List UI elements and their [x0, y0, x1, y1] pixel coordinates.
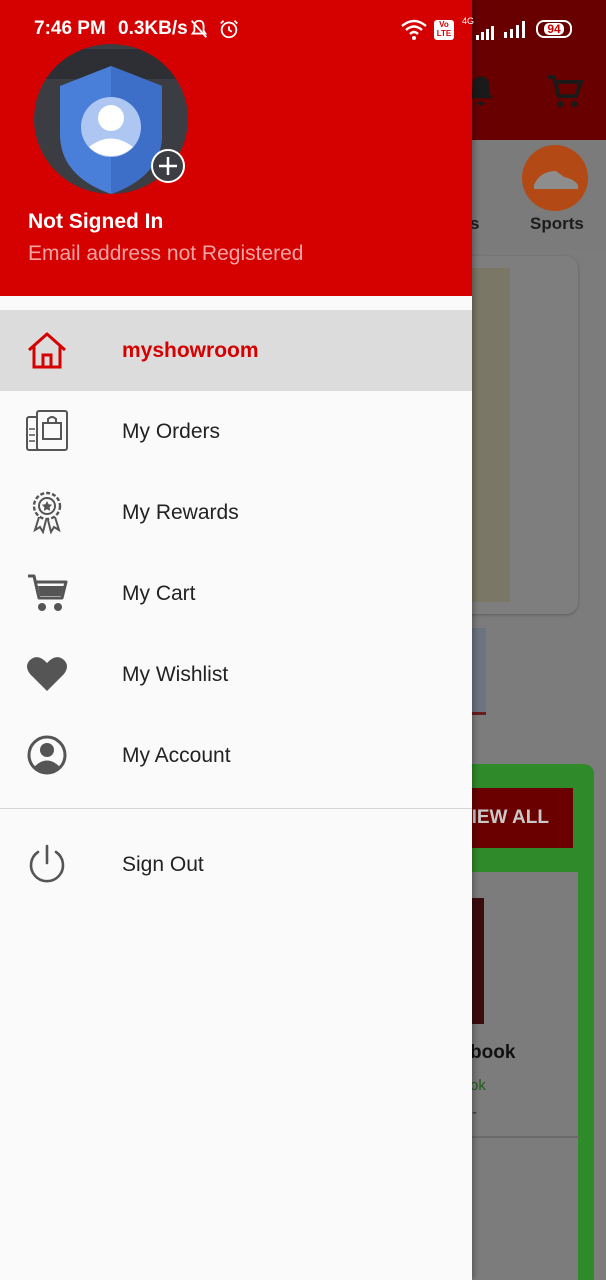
home-icon [24, 328, 70, 372]
menu-label: My Account [122, 743, 231, 767]
banner-image [470, 268, 510, 602]
battery-icon: 94 [536, 20, 572, 38]
view-all-button[interactable]: IEW ALL [460, 788, 573, 848]
category-label-sports[interactable]: Sports [530, 214, 584, 234]
alarm-icon [220, 20, 238, 39]
orders-icon [24, 409, 70, 453]
user-email: Email address not Registered [28, 242, 304, 265]
bell-off-icon [190, 19, 208, 38]
divider [460, 1136, 580, 1138]
drawer-menu: myshowroom My Orders My Rewards My Cart … [0, 310, 472, 796]
menu-label: My Orders [122, 419, 221, 443]
heart-icon [24, 652, 70, 696]
sports-category-icon[interactable] [522, 145, 588, 211]
signal-4g-icon: 4G [462, 16, 496, 40]
product-strip [470, 628, 486, 715]
signal-icon [504, 21, 525, 38]
network-type: 4G [462, 16, 475, 26]
user-name: Not Signed In [28, 210, 164, 233]
account-icon [24, 733, 70, 777]
add-photo-icon[interactable] [150, 148, 186, 184]
menu-item-my-rewards[interactable]: My Rewards [0, 472, 472, 553]
navigation-drawer: Not Signed In Email address not Register… [0, 0, 472, 1280]
cart-icon [24, 571, 70, 615]
wifi-icon [401, 19, 427, 40]
menu-item-my-cart[interactable]: My Cart [0, 553, 472, 634]
power-icon [24, 842, 70, 886]
menu-label: My Rewards [122, 500, 239, 524]
menu-label: My Wishlist [122, 662, 229, 686]
menu-item-myshowroom[interactable]: myshowroom [0, 310, 472, 391]
battery-level: 94 [544, 23, 564, 35]
rewards-icon [24, 490, 70, 534]
menu-label: myshowroom [122, 338, 259, 362]
cart-icon[interactable] [546, 74, 584, 112]
menu-item-my-account[interactable]: My Account [0, 715, 472, 796]
product-price: - [472, 1104, 477, 1121]
status-bar: 7:46 PM 0.3KB/s Vo LTE 4G 94 [0, 0, 606, 58]
product-subtitle: ok [470, 1077, 486, 1094]
sign-out-label: Sign Out [122, 852, 204, 876]
volte-icon: Vo LTE [434, 20, 454, 40]
sign-out-button[interactable]: Sign Out [0, 824, 472, 905]
product-title: book [470, 1042, 516, 1063]
book-image [470, 898, 484, 1024]
menu-label: My Cart [122, 581, 196, 605]
status-time: 7:46 PM [34, 18, 106, 39]
status-net-speed: 0.3KB/s [118, 18, 188, 39]
menu-item-my-wishlist[interactable]: My Wishlist [0, 634, 472, 715]
menu-divider [0, 808, 472, 809]
menu-item-my-orders[interactable]: My Orders [0, 391, 472, 472]
